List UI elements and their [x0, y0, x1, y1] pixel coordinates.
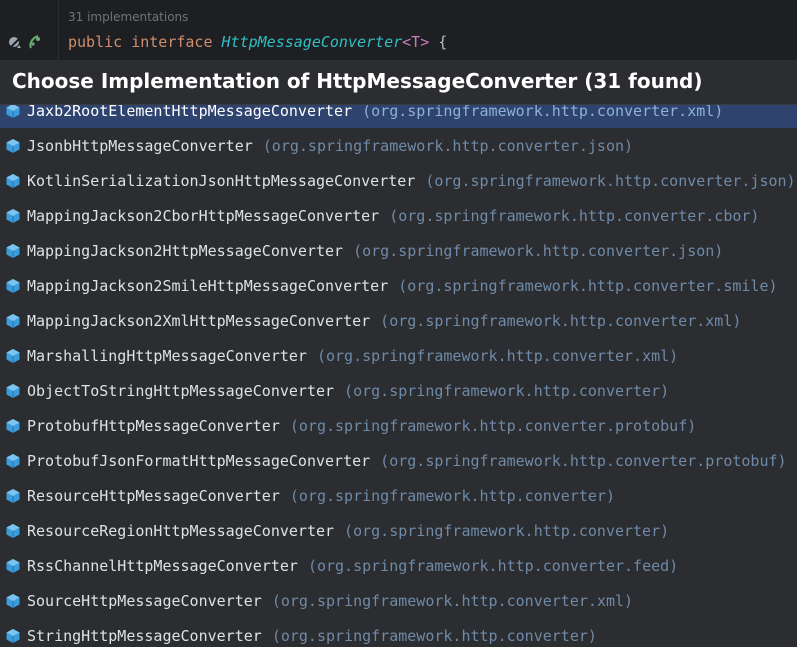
implementation-class-name: RssChannelHttpMessageConverter	[27, 556, 298, 575]
implementation-row[interactable]: ResourceRegionHttpMessageConverter (org.s…	[0, 513, 797, 548]
implementation-package-name: (org.springframework.http.converter)	[344, 521, 670, 540]
generic-type-param: <T>	[402, 33, 430, 51]
keyword-interface: interface	[131, 33, 213, 51]
implementation-class-name: ProtobufJsonFormatHttpMessageConverter	[27, 451, 371, 470]
implementation-row[interactable]: JsonbHttpMessageConverter (org.springfram…	[0, 128, 797, 163]
implementation-package-name: (org.springframework.http.converter.xml)	[316, 346, 679, 365]
interface-class-icon	[6, 383, 20, 398]
implementation-row[interactable]: ObjectToStringHttpMessageConverter (org.s…	[0, 373, 797, 408]
implementation-row[interactable]: MappingJackson2XmlHttpMessageConverter (o…	[0, 303, 797, 338]
interface-class-icon	[6, 488, 20, 503]
implementation-class-name: SourceHttpMessageConverter	[27, 591, 262, 610]
implementation-package-name: (org.springframework.http.converter.feed…	[307, 556, 679, 575]
implementation-class-name: ResourceRegionHttpMessageConverter	[27, 521, 335, 540]
implementation-class-name: MappingJackson2HttpMessageConverter	[27, 241, 344, 260]
popup-header: Choose Implementation of HttpMessageConv…	[0, 60, 797, 105]
implementation-row[interactable]: KotlinSerializationJsonHttpMessageConver…	[0, 163, 797, 198]
implementation-package-name: (org.springframework.http.converter.xml)	[380, 311, 742, 330]
implementation-package-name: (org.springframework.http.converter.prot…	[289, 416, 697, 435]
choose-implementation-popup: Jaxb2RootElementHttpMessageConverter (org…	[0, 60, 797, 647]
implementation-row[interactable]: MappingJackson2SmileHttpMessageConverter…	[0, 268, 797, 303]
interface-class-icon	[6, 523, 20, 538]
interface-class-icon	[6, 173, 20, 188]
implementation-row[interactable]: MappingJackson2CborHttpMessageConverter (…	[0, 198, 797, 233]
interface-class-icon	[6, 313, 20, 328]
code-editor: 31 implementations public interface Http…	[0, 0, 797, 60]
implementations-icon[interactable]	[8, 35, 22, 54]
implementation-class-name: ObjectToStringHttpMessageConverter	[27, 381, 335, 400]
implementation-class-name: ResourceHttpMessageConverter	[27, 486, 280, 505]
implementation-row[interactable]: ResourceHttpMessageConverter (org.springf…	[0, 478, 797, 513]
implementation-row[interactable]: MappingJackson2HttpMessageConverter (org.…	[0, 233, 797, 268]
implementation-package-name: (org.springframework.http.converter)	[344, 381, 670, 400]
implementation-class-name: MappingJackson2SmileHttpMessageConverter	[27, 276, 389, 295]
interface-class-icon	[6, 418, 20, 433]
implementation-package-name: (org.springframework.http.converter.smil…	[398, 276, 778, 295]
implementation-class-name: KotlinSerializationJsonHttpMessageConver…	[27, 171, 416, 190]
interface-name[interactable]: HttpMessageConverter	[222, 33, 403, 51]
implementation-class-name: MarshallingHttpMessageConverter	[27, 346, 307, 365]
implementation-class-name: JsonbHttpMessageConverter	[27, 136, 253, 155]
interface-class-icon	[6, 243, 20, 258]
interface-class-icon	[6, 593, 20, 608]
implementation-package-name: (org.springframework.http.converter.cbor…	[389, 206, 760, 225]
interface-class-icon	[6, 558, 20, 573]
implementation-class-name: MappingJackson2CborHttpMessageConverter	[27, 206, 380, 225]
interface-class-icon	[6, 208, 20, 223]
implementation-package-name: (org.springframework.http.converter.json…	[425, 171, 796, 190]
interface-class-icon	[6, 453, 20, 468]
implementation-row[interactable]: RssChannelHttpMessageConverter (org.sprin…	[0, 548, 797, 583]
code-line-interface-declaration: public interface HttpMessageConverter<T>…	[68, 33, 447, 51]
implementation-package-name: (org.springframework.http.converter.json…	[353, 241, 724, 260]
implementation-row[interactable]: MarshallingHttpMessageConverter (org.spri…	[0, 338, 797, 373]
implementations-hint[interactable]: 31 implementations	[68, 10, 188, 24]
bean-icon[interactable]	[28, 34, 42, 54]
implementation-row[interactable]: ProtobufJsonFormatHttpMessageConverter (o…	[0, 443, 797, 478]
implementation-class-name: StringHttpMessageConverter	[27, 626, 262, 645]
implementation-row[interactable]: StringHttpMessageConverter (org.springfra…	[0, 618, 797, 647]
interface-class-icon	[6, 138, 20, 153]
implementation-package-name: (org.springframework.http.converter.prot…	[380, 451, 787, 470]
implementation-class-name: ProtobufHttpMessageConverter	[27, 416, 280, 435]
open-brace: {	[438, 33, 448, 51]
implementation-package-name: (org.springframework.http.converter.json…	[262, 136, 634, 155]
implementation-package-name: (org.springframework.http.converter.xml)	[271, 591, 634, 610]
implementation-row[interactable]: SourceHttpMessageConverter (org.springfra…	[0, 583, 797, 618]
implementation-class-name: MappingJackson2XmlHttpMessageConverter	[27, 311, 371, 330]
interface-class-icon	[6, 628, 20, 643]
interface-class-icon	[6, 278, 20, 293]
implementation-list: Jaxb2RootElementHttpMessageConverter (org…	[0, 93, 797, 647]
implementation-package-name: (org.springframework.http.converter)	[271, 626, 597, 645]
popup-title: Choose Implementation of HttpMessageConv…	[12, 69, 703, 93]
keyword-public: public	[68, 33, 123, 51]
implementation-row[interactable]: ProtobufHttpMessageConverter (org.springf…	[0, 408, 797, 443]
interface-class-icon	[6, 348, 20, 363]
implementation-package-name: (org.springframework.http.converter)	[289, 486, 615, 505]
